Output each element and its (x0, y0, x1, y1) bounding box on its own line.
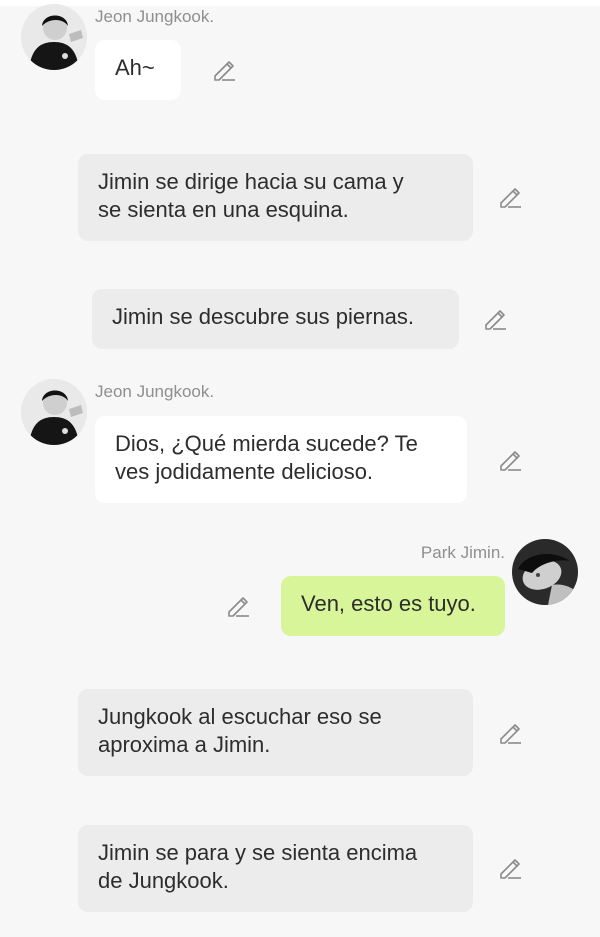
pencil-edit-icon[interactable] (482, 306, 508, 332)
character-message-bubble[interactable]: Ah~ (95, 40, 181, 100)
top-strip (0, 0, 600, 6)
narration-text: Jimin se para y se sienta encima de Jung… (98, 840, 418, 893)
narration-bubble[interactable]: Jimin se dirige hacia su cama y se sient… (78, 154, 473, 241)
sender-name: Park Jimin. (420, 543, 505, 562)
narration-bubble[interactable]: Jungkook al escuchar eso se aproxima a J… (78, 689, 473, 776)
pencil-edit-icon[interactable] (497, 855, 523, 881)
avatar[interactable] (21, 4, 87, 70)
sender-name: Jeon Jungkook. (95, 7, 215, 26)
character-message-bubble[interactable]: Dios, ¿Qué mierda sucede? Te ves jodidam… (95, 416, 467, 503)
avatar[interactable] (512, 539, 578, 605)
pencil-edit-icon[interactable] (497, 720, 523, 746)
message-text: Ven, esto es tuyo. (301, 591, 476, 616)
narration-text: Jungkook al escuchar eso se aproxima a J… (98, 704, 382, 757)
jungkook-avatar-icon (21, 4, 87, 70)
jimin-avatar-icon (512, 539, 578, 605)
narration-bubble[interactable]: Jimin se descubre sus piernas. (92, 289, 459, 349)
narration-bubble[interactable]: Jimin se para y se sienta encima de Jung… (78, 825, 473, 912)
message-text: Dios, ¿Qué mierda sucede? Te ves jodidam… (115, 431, 418, 484)
jungkook-avatar-icon (21, 379, 87, 445)
pencil-edit-icon[interactable] (211, 57, 237, 83)
pencil-edit-icon[interactable] (497, 447, 523, 473)
sender-name: Jeon Jungkook. (95, 382, 215, 401)
message-text: Ah~ (115, 55, 155, 80)
narration-text: Jimin se descubre sus piernas. (112, 304, 415, 329)
avatar[interactable] (21, 379, 87, 445)
pencil-edit-icon[interactable] (497, 184, 523, 210)
self-message-bubble[interactable]: Ven, esto es tuyo. (281, 576, 505, 636)
narration-text: Jimin se dirige hacia su cama y se sient… (98, 169, 404, 222)
pencil-edit-icon[interactable] (225, 593, 251, 619)
